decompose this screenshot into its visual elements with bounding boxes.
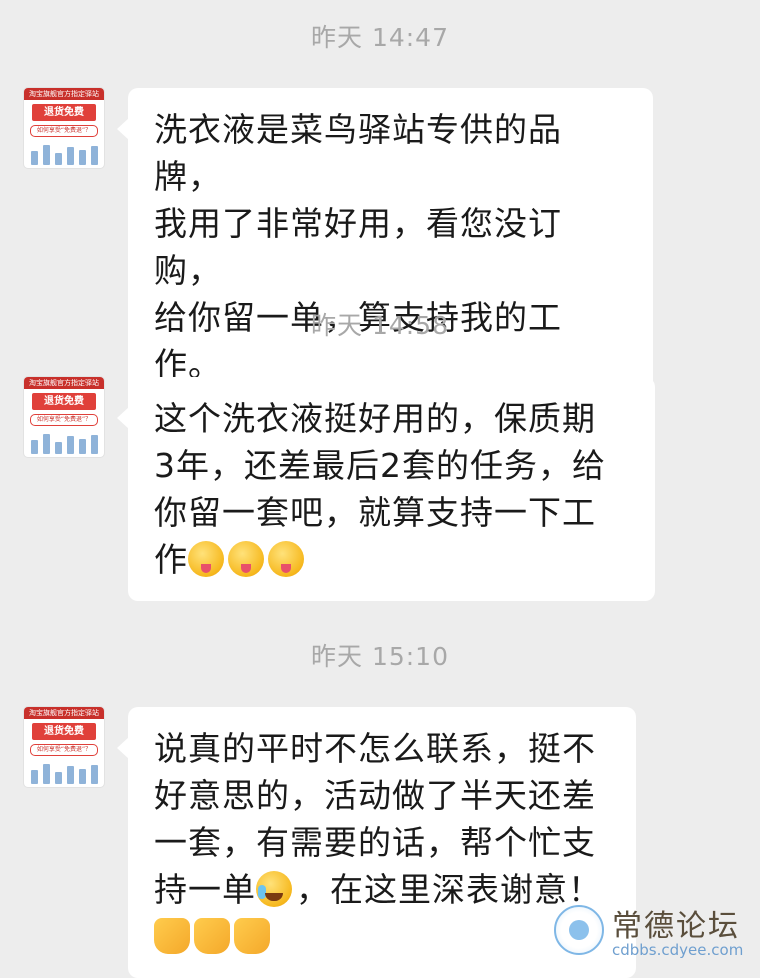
message-line: 3年，还差最后2套的任务，给 <box>154 446 606 485</box>
handshake-emoji <box>234 918 270 954</box>
message-line: 这个洗衣液挺好用的，保质期 <box>154 399 596 438</box>
wink-tongue-emoji <box>188 541 224 577</box>
message-line: 一套，有需要的话，帮个忙支 <box>154 823 596 862</box>
avatar-promo: 退货免费 <box>32 723 96 740</box>
chat-view: 昨天 14:47 淘宝旗舰官方指定驿站 退货免费 如何享受“免费退”？ 洗衣液是… <box>0 0 760 978</box>
message-timestamp: 昨天 15:10 <box>311 642 449 671</box>
message-line <box>154 913 610 960</box>
message-line: 我用了非常好用，看您没订购， <box>154 204 562 290</box>
avatar-subtext: 如何享受“免费退”？ <box>30 125 98 137</box>
avatar-promo: 退货免费 <box>32 104 96 121</box>
avatar-products-image <box>28 432 100 454</box>
message-timestamp: 昨天 14:58 <box>311 311 449 340</box>
handshake-emoji <box>154 918 190 954</box>
watermark: 常德论坛 cdbbs.cdyee.com <box>554 901 744 961</box>
message-bubble[interactable]: 洗衣液是菜鸟驿站专供的品牌， 我用了非常好用，看您没订购， 给你留一单，算支持我… <box>117 88 653 406</box>
avatar-subtext: 如何享受“免费退”？ <box>30 414 98 426</box>
wink-tongue-emoji <box>228 541 264 577</box>
message-line: 作 <box>154 536 629 583</box>
message-line-text: 持一单 <box>154 870 256 909</box>
watermark-logo-icon <box>554 905 604 955</box>
loudly-crying-emoji <box>256 871 292 907</box>
avatar[interactable]: 淘宝旗舰官方指定驿站 退货免费 如何享受“免费退”？ <box>24 707 104 787</box>
avatar-promo: 退货免费 <box>32 393 96 410</box>
avatar-banner: 淘宝旗舰官方指定驿站 <box>24 707 104 719</box>
avatar[interactable]: 淘宝旗舰官方指定驿站 退货免费 如何享受“免费退”？ <box>24 377 104 457</box>
avatar-banner: 淘宝旗舰官方指定驿站 <box>24 88 104 100</box>
message-line: 持一单 ，在这里深表谢意！ <box>154 866 610 913</box>
message-timestamp: 昨天 14:47 <box>311 23 449 52</box>
message-line: 洗衣液是菜鸟驿站专供的品牌， <box>154 110 562 196</box>
watermark-url: cdbbs.cdyee.com <box>612 941 744 959</box>
wink-tongue-emoji <box>268 541 304 577</box>
avatar[interactable]: 淘宝旗舰官方指定驿站 退货免费 如何享受“免费退”？ <box>24 88 104 168</box>
watermark-title: 常德论坛 <box>612 909 740 944</box>
message-line: 好意思的，活动做了半天还差 <box>154 776 596 815</box>
avatar-products-image <box>28 762 100 784</box>
message-line: 说真的平时不怎么联系，挺不 <box>154 729 596 768</box>
message-bubble[interactable]: 这个洗衣液挺好用的，保质期 3年，还差最后2套的任务，给 你留一套吧，就算支持一… <box>117 377 655 601</box>
handshake-emoji <box>194 918 230 954</box>
avatar-products-image <box>28 143 100 165</box>
avatar-subtext: 如何享受“免费退”？ <box>30 744 98 756</box>
avatar-banner: 淘宝旗舰官方指定驿站 <box>24 377 104 389</box>
message-line: 你留一套吧，就算支持一下工 <box>154 493 596 532</box>
message-line-text: 作 <box>154 540 188 579</box>
